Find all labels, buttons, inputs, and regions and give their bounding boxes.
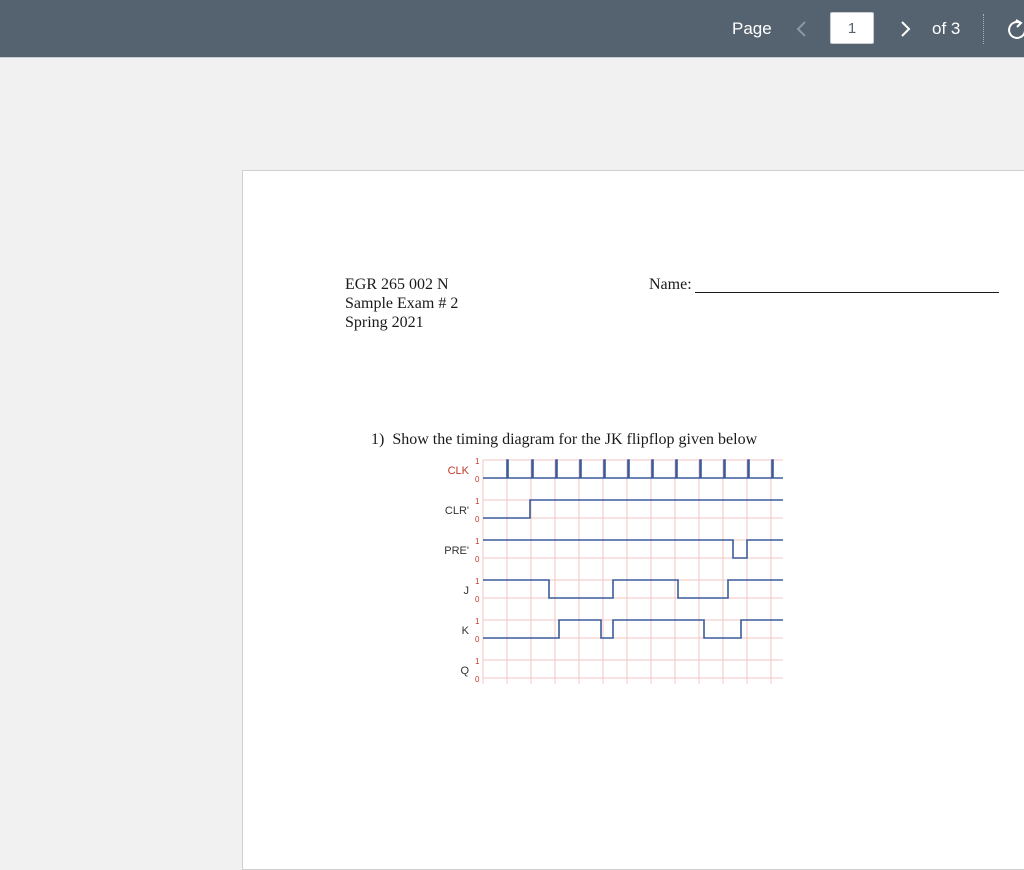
level-high-label: 1 — [475, 617, 480, 626]
level-high-label: 1 — [475, 497, 480, 506]
page-number-input[interactable] — [830, 12, 874, 44]
pdf-toolbar: Page of 3 — [0, 0, 1024, 58]
chevron-right-icon[interactable] — [893, 16, 917, 42]
signal-waveform — [483, 579, 783, 599]
signal-label: CLR' — [445, 505, 469, 517]
rotate-icon[interactable] — [1005, 14, 1024, 44]
question-1: 1) Show the timing diagram for the JK fl… — [371, 430, 757, 449]
timing-grid — [482, 459, 783, 684]
chevron-left-icon[interactable] — [790, 16, 814, 42]
timing-diagram: CLK10CLR'10PRE'10J10K10Q10 — [444, 457, 783, 684]
toolbar-divider — [983, 14, 984, 44]
signal-waveform — [483, 619, 783, 639]
name-label: Name: — [649, 276, 692, 293]
signal-label: PRE' — [444, 545, 469, 557]
level-high-label: 1 — [475, 537, 480, 546]
signal-label: K — [462, 625, 470, 637]
document-page: EGR 265 002 N Sample Exam # 2 Spring 202… — [242, 170, 1024, 870]
signal-waveform — [483, 539, 783, 559]
question-text: Show the timing diagram for the JK flipf… — [392, 431, 758, 448]
page-total-label: of 3 — [932, 19, 961, 38]
exam-title: Sample Exam # 2 — [345, 295, 459, 312]
level-low-label: 0 — [475, 475, 480, 484]
level-low-label: 0 — [475, 555, 480, 564]
course-code: EGR 265 002 N — [345, 276, 449, 293]
signal-waveform — [483, 499, 783, 519]
level-high-label: 1 — [475, 457, 480, 466]
signal-label: Q — [460, 665, 469, 677]
signal-label: J — [464, 585, 470, 597]
signal-label: CLK — [448, 465, 470, 477]
level-low-label: 0 — [475, 635, 480, 644]
page-label: Page — [732, 19, 772, 38]
level-low-label: 0 — [475, 515, 480, 524]
level-low-label: 0 — [475, 595, 480, 604]
name-blank-line — [695, 292, 999, 293]
question-number: 1) — [371, 431, 385, 448]
level-low-label: 0 — [475, 675, 480, 684]
exam-term: Spring 2021 — [345, 314, 424, 331]
level-high-label: 1 — [475, 577, 480, 586]
level-high-label: 1 — [475, 657, 480, 666]
signal-waveform — [483, 459, 783, 479]
